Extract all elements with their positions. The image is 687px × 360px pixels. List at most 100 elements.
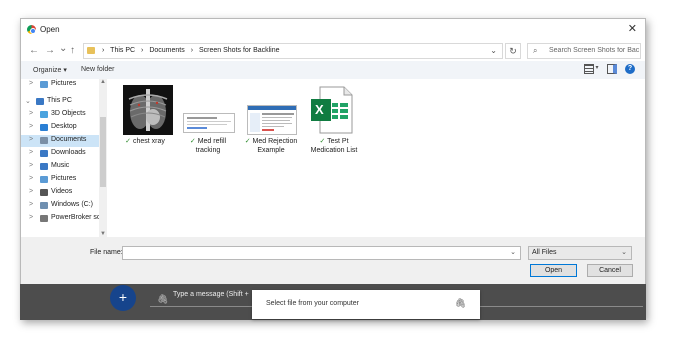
preview-pane-icon[interactable] <box>606 64 617 74</box>
excel-file-icon: X <box>310 85 354 137</box>
file-label: Med Rejection Example <box>252 138 298 154</box>
screenshot-frame: Open ✕ ← → ⌄ ↑ › This PC › Documents › S… <box>20 18 646 320</box>
dialog-title: Open <box>40 25 60 34</box>
file-name: ✓ Med Rejection Example <box>241 137 301 155</box>
sidebar-item-music[interactable]: > Music <box>21 161 107 173</box>
message-input[interactable]: Type a message (Shift + <box>173 291 249 298</box>
sidebar-item-this-pc[interactable]: ⌄ This PC <box>21 96 107 108</box>
excel-letter: X <box>315 102 324 117</box>
sidebar-item-pictures-quick[interactable]: > Pictures <box>21 79 107 91</box>
cancel-button[interactable]: Cancel <box>587 264 633 277</box>
address-bar[interactable]: › This PC › Documents › Screen Shots for… <box>83 43 503 59</box>
scroll-up-icon[interactable]: ▲ <box>100 79 106 85</box>
expand-arrow-icon[interactable]: > <box>29 110 33 117</box>
expand-arrow-icon[interactable]: > <box>29 136 33 143</box>
expand-arrow-icon[interactable]: > <box>29 201 33 208</box>
expand-arrow-icon[interactable]: > <box>29 214 33 221</box>
expand-arrow-icon[interactable]: > <box>29 123 33 130</box>
select-file-option[interactable]: Select file from your computer <box>266 300 359 307</box>
sidebar-item-label: Documents <box>51 136 87 143</box>
new-folder-button[interactable]: New folder <box>81 66 114 73</box>
file-name-input[interactable]: ⌄ <box>122 246 521 260</box>
sidebar-scrollbar[interactable]: ▲ ▼ <box>99 79 107 237</box>
file-name: ✓ chest xray <box>115 137 175 146</box>
file-list: ✓ chest xray ✓ Med refill tracking ✓ Med… <box>115 81 635 231</box>
sidebar-item-downloads[interactable]: > Downloads <box>21 148 107 160</box>
sidebar-item-label: Pictures <box>51 175 77 182</box>
file-name: ✓ Test Pt Medication List <box>304 137 364 155</box>
forward-arrow-icon[interactable]: → <box>45 45 55 56</box>
title-bar: Open ✕ <box>21 19 645 41</box>
file-label: Med refill tracking <box>195 138 227 154</box>
breadcrumb-this-pc[interactable]: This PC <box>110 47 135 54</box>
sidebar-item-windows-c[interactable]: > Windows (C:) <box>21 200 107 212</box>
search-input[interactable]: ⌕ Search Screen Shots for Back... <box>527 43 641 59</box>
sidebar-item-3d-objects[interactable]: > 3D Objects <box>21 109 107 121</box>
pc-icon <box>36 98 44 105</box>
change-view-icon[interactable] <box>583 64 594 74</box>
file-type-select[interactable]: All Files ⌄ <box>528 246 632 260</box>
expand-arrow-icon[interactable]: > <box>29 175 33 182</box>
music-icon <box>40 163 48 170</box>
desktop-icon <box>40 124 48 131</box>
open-button[interactable]: Open <box>530 264 577 277</box>
collapse-arrow-icon[interactable]: ⌄ <box>25 97 31 105</box>
file-type-value: All Files <box>532 249 557 256</box>
documents-icon <box>40 137 48 144</box>
back-arrow-icon[interactable]: ← <box>29 45 39 56</box>
navigation-row: ← → ⌄ ↑ › This PC › Documents › Screen S… <box>21 41 645 61</box>
sidebar-item-documents[interactable]: > Documents <box>21 135 107 147</box>
sidebar-item-label: Music <box>51 162 70 169</box>
sidebar-item-label: Windows (C:) <box>51 201 94 208</box>
xray-thumbnail <box>123 85 173 137</box>
dialog-footer: File name: ⌄ All Files ⌄ Open Cancel <box>21 237 645 285</box>
file-name-label: File name: <box>90 249 123 256</box>
scrollbar-thumb[interactable] <box>100 117 106 187</box>
video-icon <box>40 189 48 196</box>
sync-check-icon: ✓ <box>189 138 196 145</box>
chrome-icon <box>27 25 36 34</box>
breadcrumb-current-folder[interactable]: Screen Shots for Backline <box>199 47 280 54</box>
sidebar-item-videos[interactable]: > Videos <box>21 187 107 199</box>
sync-check-icon: ✓ <box>125 138 131 145</box>
navigation-pane: > Pictures ⌄ This PC > 3D Objects > Desk… <box>21 79 109 237</box>
recent-locations-icon[interactable]: ⌄ <box>59 43 67 54</box>
expand-arrow-icon[interactable]: > <box>29 80 33 87</box>
view-controls: ▾ ? <box>578 64 635 74</box>
up-arrow-icon[interactable]: ↑ <box>70 45 75 56</box>
address-dropdown-icon[interactable]: ⌄ <box>490 46 497 55</box>
close-icon[interactable]: ✕ <box>628 22 637 35</box>
sidebar-item-pictures[interactable]: > Pictures <box>21 174 107 186</box>
sync-check-icon: ✓ <box>319 138 326 145</box>
attach-menu: Select file from your computer 🖇 <box>252 290 480 319</box>
file-label: chest xray <box>132 138 165 145</box>
screenshot-thumbnail <box>247 105 297 137</box>
refresh-icon[interactable]: ↻ <box>505 43 521 59</box>
network-drive-icon <box>40 215 48 222</box>
cube-icon <box>40 111 48 118</box>
expand-arrow-icon[interactable]: > <box>29 149 33 156</box>
download-icon <box>40 150 48 157</box>
pictures-icon <box>40 81 48 88</box>
open-file-dialog: Open ✕ ← → ⌄ ↑ › This PC › Documents › S… <box>20 18 646 285</box>
view-dropdown-icon[interactable]: ▾ <box>596 64 599 74</box>
file-name: ✓ Med refill tracking <box>178 137 238 155</box>
sidebar-item-label: Desktop <box>51 123 77 130</box>
organize-button[interactable]: Organize ▾ <box>33 66 67 74</box>
search-placeholder: Search Screen Shots for Back... <box>549 47 639 54</box>
attach-icon[interactable]: 🖇 <box>157 294 168 305</box>
file-name-dropdown-icon[interactable]: ⌄ <box>510 248 516 256</box>
sidebar-item-desktop[interactable]: > Desktop <box>21 122 107 134</box>
expand-arrow-icon[interactable]: > <box>29 162 33 169</box>
sync-check-icon: ✓ <box>244 138 251 145</box>
command-bar: Organize ▾ New folder ▾ ? <box>21 61 645 79</box>
breadcrumb-documents[interactable]: Documents <box>149 47 184 54</box>
breadcrumb-separator: › <box>141 47 144 54</box>
expand-arrow-icon[interactable]: > <box>29 188 33 195</box>
add-button[interactable]: + <box>110 285 136 311</box>
paperclip-icon: 🖇 <box>454 298 466 308</box>
sidebar-item-powerbroker[interactable]: > PowerBroker sof <box>21 213 107 225</box>
drive-icon <box>40 202 48 209</box>
breadcrumb-separator: › <box>190 47 194 54</box>
help-icon[interactable]: ? <box>625 64 635 74</box>
